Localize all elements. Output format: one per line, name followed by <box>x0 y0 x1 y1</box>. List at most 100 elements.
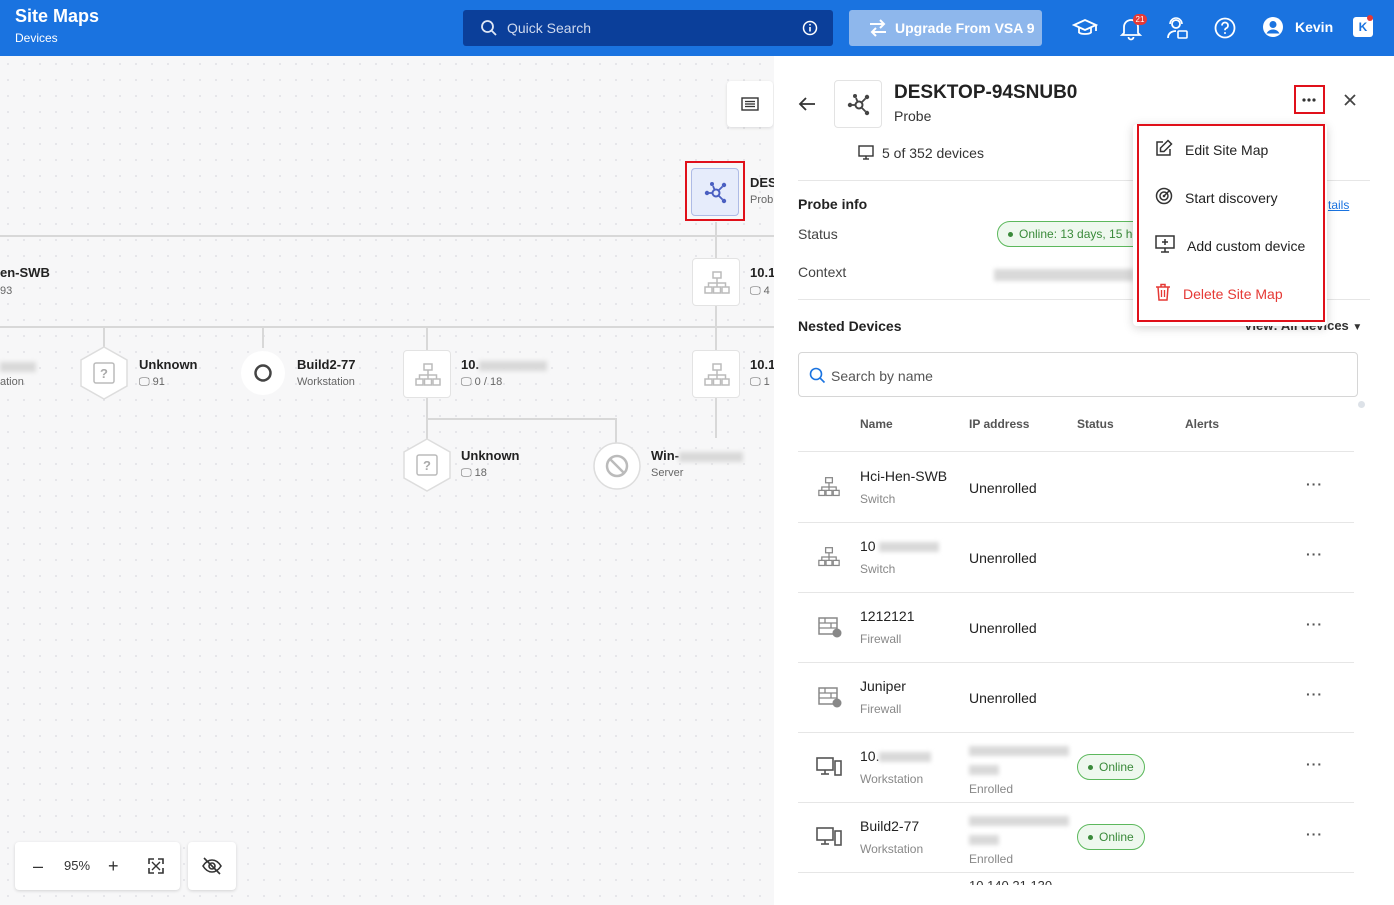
unknown-device-node[interactable]: ? <box>79 346 129 400</box>
table-row[interactable]: 10 Switch Unenrolled ··· <box>798 522 1354 592</box>
zoom-in-button[interactable]: + <box>108 856 119 877</box>
redacted-text <box>679 451 744 462</box>
row-name[interactable]: Juniper <box>860 678 906 694</box>
redacted-text <box>0 361 36 372</box>
top-bar: Site Maps Devices Quick Search Upgrade F… <box>0 0 1394 56</box>
node-label: 10.1 <box>750 265 774 280</box>
partial-row-ip: 10.140.21.130 <box>969 878 1052 885</box>
search-input[interactable]: Search by name <box>798 352 1358 397</box>
row-name[interactable]: 10 <box>860 538 940 554</box>
monitor-icon: 🖵 <box>750 376 761 388</box>
node-label: en-SWB <box>0 265 50 280</box>
back-arrow-icon[interactable] <box>798 96 816 112</box>
row-more-button[interactable]: ··· <box>1306 546 1323 562</box>
column-alerts[interactable]: Alerts <box>1185 417 1219 431</box>
row-name[interactable]: Hci-Hen-SWB <box>860 468 947 484</box>
column-name[interactable]: Name <box>860 417 893 431</box>
upgrade-button[interactable]: Upgrade From VSA 9 <box>849 10 1042 46</box>
column-status[interactable]: Status <box>1077 417 1114 431</box>
connector-line <box>715 222 717 438</box>
switch-node[interactable] <box>692 350 740 398</box>
row-name[interactable]: Build2-77 <box>860 818 919 834</box>
connector-line <box>0 326 774 328</box>
graduation-cap-icon[interactable] <box>1072 15 1098 41</box>
divider <box>798 872 1354 873</box>
node-count: 1 <box>763 376 770 388</box>
row-type: Switch <box>860 492 896 506</box>
node-label: Build2-77 <box>297 357 356 372</box>
node-sub: 🖵 4 <box>750 285 770 298</box>
node-count: 4 <box>763 285 770 297</box>
zoom-out-button[interactable]: – <box>33 856 43 877</box>
node-sub: 93 <box>0 285 13 297</box>
row-more-button[interactable]: ··· <box>1306 826 1323 842</box>
redacted-text <box>969 746 1069 757</box>
node-sub: Server <box>651 467 684 479</box>
row-name-text: 10. <box>860 748 880 764</box>
svg-text:?: ? <box>423 458 431 473</box>
node-count: 18 <box>474 467 487 479</box>
row-ip: Unenrolled <box>969 620 1037 636</box>
row-type: Workstation <box>860 772 924 786</box>
workstation-node[interactable] <box>240 350 286 396</box>
unknown-device-node[interactable]: ? <box>402 438 452 492</box>
table-row[interactable]: 10. Workstation Enrolled Online ··· <box>798 732 1354 802</box>
toggle-visibility-button[interactable] <box>188 842 236 890</box>
redacted-text <box>969 835 999 846</box>
table-row[interactable]: Juniper Firewall Unenrolled ··· <box>798 662 1354 732</box>
swap-arrows-icon <box>870 19 886 37</box>
status-value: Online <box>1099 760 1134 774</box>
status-value: Online <box>1099 830 1134 844</box>
list-view-toggle[interactable] <box>727 81 773 127</box>
switch-icon <box>818 547 840 567</box>
highlight-box <box>1294 85 1325 114</box>
probe-info-title: Probe info <box>798 196 868 212</box>
switch-icon <box>704 363 730 386</box>
row-more-button[interactable]: ··· <box>1306 756 1323 772</box>
node-label-text: 10. <box>461 357 480 372</box>
info-icon[interactable] <box>802 20 818 36</box>
redacted-text <box>479 360 548 371</box>
username[interactable]: Kevin <box>1295 19 1333 35</box>
switch-icon <box>415 363 441 386</box>
node-label: Win- <box>651 448 744 463</box>
row-more-button[interactable]: ··· <box>1306 616 1323 632</box>
user-avatar-icon[interactable] <box>1260 14 1286 40</box>
row-name[interactable]: 10. <box>860 748 932 764</box>
node-sub: 🖵 1 <box>750 376 770 389</box>
details-link[interactable]: tails <box>1328 198 1349 212</box>
server-node[interactable] <box>593 442 641 490</box>
switch-node[interactable] <box>403 350 451 398</box>
table-row[interactable]: Hci-Hen-SWB Switch Unenrolled ··· <box>798 452 1354 522</box>
row-ip: Unenrolled <box>969 480 1037 496</box>
highlight-box <box>685 161 745 221</box>
column-ip[interactable]: IP address <box>969 417 1029 431</box>
fit-screen-icon[interactable] <box>148 858 164 874</box>
quick-search[interactable]: Quick Search <box>463 10 833 46</box>
switch-node[interactable] <box>692 258 740 306</box>
table-row[interactable]: Build2-77 Workstation Enrolled Online ··… <box>798 802 1354 872</box>
row-more-button[interactable]: ··· <box>1306 686 1323 702</box>
site-map-canvas[interactable]: DES Prob 10.1 🖵 4 en-SWB 93 ation ? Unkn… <box>0 56 774 905</box>
redacted-text <box>969 816 1069 827</box>
switch-icon <box>818 477 840 497</box>
close-icon[interactable] <box>1343 93 1357 107</box>
quick-search-placeholder: Quick Search <box>507 20 592 36</box>
firewall-icon <box>818 617 842 638</box>
table-row[interactable]: 1212121 Firewall Unenrolled ··· <box>798 592 1354 662</box>
row-name[interactable]: 1212121 <box>860 608 915 624</box>
node-sub: ation <box>0 376 24 388</box>
monitor-icon: 🖵 <box>750 285 761 297</box>
probe-node-sub: Prob <box>750 194 774 206</box>
help-icon[interactable] <box>1212 15 1238 41</box>
connector-line <box>103 326 105 348</box>
status-dot <box>1088 765 1093 771</box>
breadcrumb[interactable]: Devices <box>15 31 58 45</box>
monitor-icon: 🖵 <box>461 376 472 388</box>
scrollbar-thumb[interactable] <box>1358 401 1365 408</box>
row-more-button[interactable]: ··· <box>1306 476 1323 492</box>
list-icon <box>741 97 759 111</box>
row-type: Firewall <box>860 632 902 646</box>
node-sub: 🖵 0 / 18 <box>461 376 502 389</box>
support-agent-icon[interactable] <box>1164 15 1190 41</box>
